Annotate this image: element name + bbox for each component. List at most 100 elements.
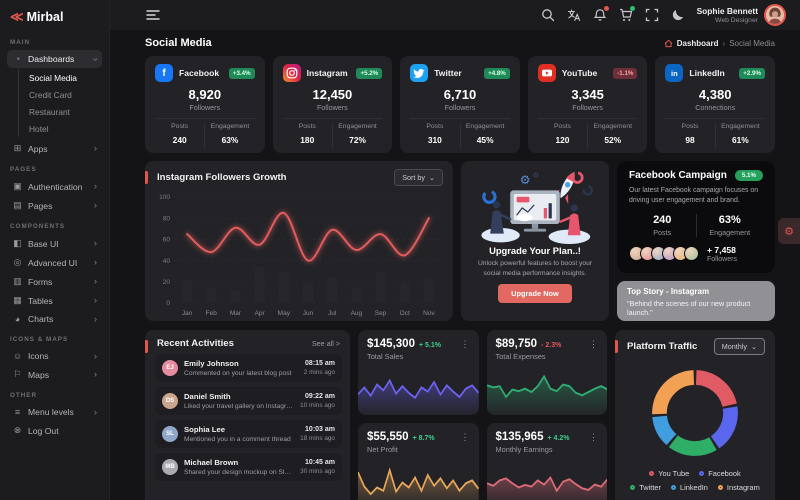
youtube-icon — [538, 64, 556, 82]
stat-value: $145,300 — [367, 338, 415, 350]
nav-section-label: ICONS & MAPS — [10, 336, 99, 343]
sidebar-subitem-credit-card[interactable]: Credit Card — [27, 86, 102, 103]
sidebar-item-base-ui[interactable]: ◧Base UI› — [7, 234, 102, 253]
activity-avatar: DS — [162, 393, 178, 409]
posts-stat: Posts98 — [665, 123, 714, 148]
stat-label: Total Sales — [367, 352, 470, 361]
menu-icon[interactable] — [146, 8, 160, 22]
fullscreen-icon[interactable] — [645, 8, 659, 22]
brand-logo[interactable]: ≪ Mirbal — [0, 0, 109, 31]
legend-item-you-tube[interactable]: You Tube — [649, 469, 689, 478]
language-icon[interactable] — [567, 8, 581, 22]
sidebar-item-charts[interactable]: ◕Charts› — [7, 310, 102, 328]
cart-icon[interactable] — [619, 8, 633, 22]
follower-label: Followers — [155, 103, 255, 112]
legend-item-twitter[interactable]: Twitter — [630, 483, 661, 492]
notifications-icon[interactable] — [593, 8, 607, 22]
sidebar-subitem-hotel[interactable]: Hotel — [27, 120, 102, 137]
kebab-menu-icon[interactable]: ⋮ — [461, 340, 470, 349]
follower-label: Followers — [410, 103, 510, 112]
facebook-campaign-card: Facebook Campaign 5.1% Our latest Facebo… — [617, 161, 775, 273]
activity-avatar: EJ — [162, 360, 178, 376]
sidebar-subitem-social-media[interactable]: Social Media — [27, 69, 102, 86]
stat-value: $135,965 — [496, 431, 544, 443]
nav-section-label: PAGES — [10, 166, 99, 173]
kebab-menu-icon[interactable]: ⋮ — [461, 433, 470, 442]
legend-item-linkedin[interactable]: LinkedIn — [671, 483, 708, 492]
sidebar-nav: MAIN◔Dashboards›Social MediaCredit CardR… — [0, 31, 109, 500]
sidebar-item-authentication[interactable]: ▣Authentication› — [7, 177, 102, 196]
search-icon[interactable] — [541, 8, 555, 22]
activities-title: Recent Activities — [157, 338, 312, 349]
activity-user-name: Emily Johnson — [184, 359, 298, 368]
campaign-title: Facebook Campaign — [629, 170, 727, 181]
charts-icon: ◕ — [12, 314, 23, 324]
chevron-down-icon: ⌄ — [751, 342, 757, 351]
sidebar-item-dashboards[interactable]: ◔Dashboards› — [7, 50, 102, 68]
brand-name: Mirbal — [27, 10, 64, 24]
growth-badge: +4.8% — [484, 68, 510, 79]
sparkline-chart — [487, 364, 608, 415]
legend-dot — [649, 471, 654, 476]
legend-item-facebook[interactable]: Facebook — [699, 469, 740, 478]
sidebar-item-pages[interactable]: ▤Pages› — [7, 196, 102, 215]
sidebar-item-menu-levels[interactable]: ≡Menu levels› — [7, 403, 102, 421]
chevron-icon: › — [94, 277, 97, 286]
legend-dot — [699, 471, 704, 476]
activity-time: 08:15 am — [304, 360, 335, 367]
sidebar-item-maps[interactable]: ⚐Maps› — [7, 365, 102, 384]
sidebar-item-advanced-ui[interactable]: ◎Advanced UI› — [7, 253, 102, 272]
activity-avatar: MB — [162, 459, 178, 475]
sidebar-item-tables[interactable]: ▦Tables› — [7, 291, 102, 310]
stat-value: $55,550 — [367, 431, 409, 443]
kebab-menu-icon[interactable]: ⋮ — [589, 433, 598, 442]
sidebar-item-apps[interactable]: ⊞Apps› — [7, 139, 102, 158]
legend-item-instagram[interactable]: Instagram — [718, 483, 760, 492]
svg-text:⚙: ⚙ — [520, 173, 531, 187]
breadcrumb: Dashboard › Social Media — [664, 39, 775, 48]
follower-label: Connections — [665, 103, 765, 112]
settings-gear-button[interactable]: ⚙ — [778, 218, 800, 244]
network-name: Instagram — [307, 68, 351, 78]
network-name: Facebook — [179, 68, 223, 78]
sidebar-item-log-out[interactable]: ⊗Log Out — [7, 421, 102, 440]
posts-stat: Posts310 — [410, 123, 459, 148]
stat-label: Total Expenses — [496, 352, 599, 361]
sidebar-subitem-restaurant[interactable]: Restaurant — [27, 103, 102, 120]
activity-ago: 30 mins ago — [300, 468, 335, 475]
sort-by-dropdown[interactable]: Sort by ⌄ — [394, 169, 443, 186]
upgrade-now-button[interactable]: Upgrade Now — [498, 284, 572, 303]
engagement-stat: Engagement63% — [204, 123, 254, 148]
tables-icon: ▦ — [12, 295, 23, 306]
stat-label: Net Profit — [367, 445, 470, 454]
user-role: Web Designer — [697, 17, 758, 24]
user-menu[interactable]: Sophie Bennett Web Designer — [697, 4, 786, 26]
activity-item-daniel-smith: DSDaniel SmithLiked your travel gallery … — [155, 387, 342, 415]
traffic-filter-dropdown[interactable]: Monthly ⌄ — [714, 338, 765, 355]
kebab-menu-icon[interactable]: ⋮ — [589, 340, 598, 349]
home-icon — [664, 39, 673, 48]
svg-text:40: 40 — [163, 258, 171, 265]
top-story-quote: "Behind the scenes of our new product la… — [627, 299, 765, 317]
top-story-card[interactable]: Top Story - Instagram "Behind the scenes… — [617, 281, 775, 321]
log-out-icon: ⊗ — [12, 425, 23, 436]
sidebar-item-icons[interactable]: ☺Icons› — [7, 347, 102, 365]
svg-text:Apr: Apr — [255, 310, 266, 317]
see-all-link[interactable]: See all > — [312, 339, 340, 348]
platform-traffic-donut — [643, 361, 747, 465]
activity-action: Liked your travel gallery on Instagram — [184, 403, 294, 410]
svg-text:Nov: Nov — [423, 310, 435, 317]
mini-stat-card-net-profit: $55,550+ 8.7%⋮Net Profit — [358, 423, 479, 500]
campaign-posts-stat: 240Posts — [629, 214, 696, 237]
app-window: ≪ Mirbal MAIN◔Dashboards›Social MediaCre… — [0, 0, 800, 500]
campaign-avatars — [629, 246, 699, 261]
mini-stats-grid: $145,300+ 5.1%⋮Total Sales$89,750- 2.3%⋮… — [358, 330, 607, 500]
mini-stat-card-monthly-earnings: $135,965+ 4.2%⋮Monthly Earnings — [487, 423, 608, 500]
breadcrumb-dashboard[interactable]: Dashboard — [677, 39, 719, 48]
network-name: YouTube — [562, 68, 607, 78]
sidebar-item-forms[interactable]: ▥Forms› — [7, 272, 102, 291]
recent-activities-card: Recent Activities See all > EJ Emily John… — [145, 330, 350, 500]
dark-mode-icon[interactable] — [671, 8, 685, 22]
svg-text:Feb: Feb — [206, 310, 218, 317]
card-accent — [145, 171, 148, 184]
